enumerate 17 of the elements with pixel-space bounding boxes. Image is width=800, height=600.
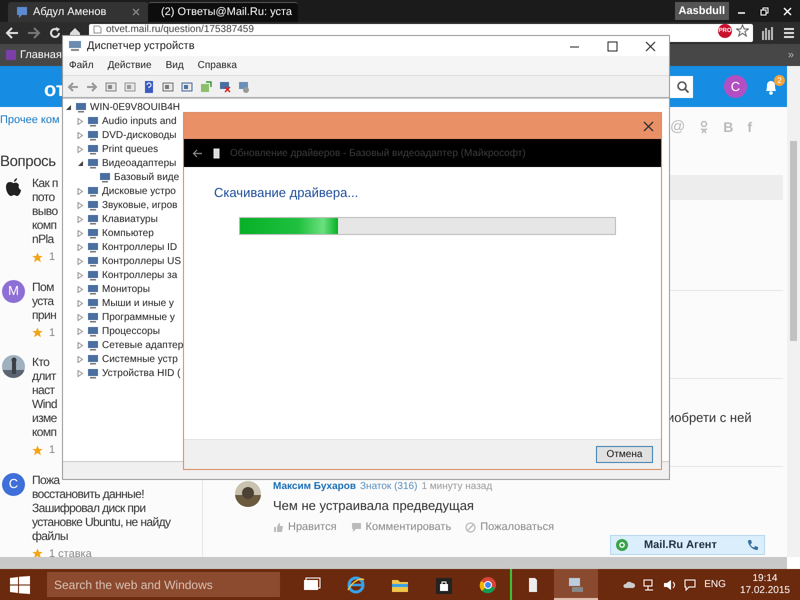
section-title: Вопрось <box>0 152 56 172</box>
tab-title: (2) Ответы@Mail.Ru: уста <box>161 5 292 20</box>
url-text: otvet.mail.ru/question/175387459 <box>106 24 255 35</box>
rating-count: 1 <box>49 250 56 265</box>
search-placeholder: Search the web and Windows <box>54 576 213 594</box>
avatar: C <box>2 472 25 496</box>
rating-count: 1 <box>49 326 56 340</box>
author-rank: Знаток (316) <box>360 480 418 494</box>
rating-count: 1 ставка <box>49 546 92 557</box>
comment-time: 1 минуту назад <box>421 480 492 494</box>
comment-text: Чем не устраивала предведущая <box>273 497 474 515</box>
rating-count: 1 <box>49 443 56 458</box>
status-heading: Скачивание драйвера... <box>214 184 360 202</box>
dialog-title: Обновление драйверов - Базовый видеоадаптер (Майкрософт) <box>230 146 526 160</box>
agent-label: Mail.Ru Агент <box>644 538 718 553</box>
tab-title: Абдул Аменов <box>33 4 108 20</box>
avatar: M <box>2 280 25 302</box>
